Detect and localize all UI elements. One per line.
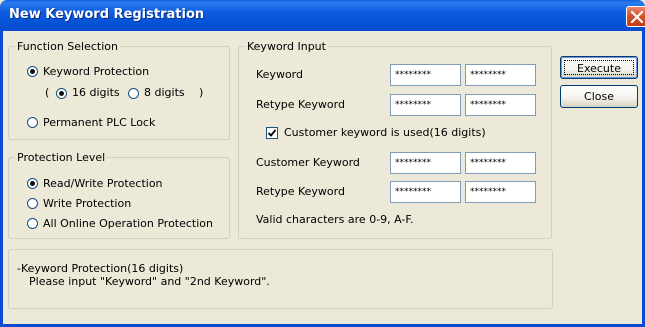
keyword-input-part2[interactable]: ******** bbox=[465, 64, 536, 86]
window-title: New Keyword Registration bbox=[9, 7, 205, 22]
description-line-1: -Keyword Protection(16 digits) bbox=[17, 262, 184, 275]
customer-keyword-checkbox-label: Customer keyword is used(16 digits) bbox=[284, 126, 486, 139]
window-frame-left bbox=[0, 31, 3, 327]
customer-retype-keyword-label: Retype Keyword bbox=[256, 185, 345, 198]
keyword-input-legend: Keyword Input bbox=[247, 40, 326, 53]
customer-retype-keyword-input-part2[interactable]: ******** bbox=[465, 181, 536, 203]
retype-keyword-label: Retype Keyword bbox=[256, 98, 345, 111]
valid-characters-note: Valid characters are 0-9, A-F. bbox=[256, 213, 414, 226]
keyword-protection-label: Keyword Protection bbox=[43, 65, 150, 78]
permanent-plc-lock-radio[interactable] bbox=[27, 117, 38, 128]
retype-keyword-input-part1[interactable]: ******** bbox=[390, 94, 461, 116]
close-window-button[interactable] bbox=[626, 6, 645, 27]
keyword-input-part1[interactable]: ******** bbox=[390, 64, 461, 86]
permanent-plc-lock-label: Permanent PLC Lock bbox=[43, 116, 156, 129]
8-digits-label: 8 digits bbox=[144, 86, 185, 99]
function-selection-legend: Function Selection bbox=[17, 40, 118, 53]
keyword-protection-radio[interactable] bbox=[27, 66, 38, 77]
keyword-label: Keyword bbox=[256, 68, 303, 81]
16-digits-radio[interactable] bbox=[56, 88, 67, 99]
execute-button[interactable]: Execute bbox=[560, 56, 638, 79]
customer-keyword-checkbox[interactable] bbox=[266, 127, 278, 139]
checkmark-icon bbox=[267, 129, 277, 137]
customer-keyword-input-part1[interactable]: ******** bbox=[390, 152, 461, 174]
customer-keyword-input-part2[interactable]: ******** bbox=[465, 152, 536, 174]
customer-keyword-label: Customer Keyword bbox=[256, 156, 360, 169]
retype-keyword-input-part2[interactable]: ******** bbox=[465, 94, 536, 116]
read-write-protection-label: Read/Write Protection bbox=[43, 177, 163, 190]
protection-level-legend: Protection Level bbox=[17, 151, 106, 164]
online-operation-protection-label: All Online Operation Protection bbox=[43, 217, 214, 230]
title-bar[interactable]: New Keyword Registration bbox=[0, 0, 645, 31]
16-digits-label: 16 digits bbox=[72, 86, 120, 99]
customer-retype-keyword-input-part1[interactable]: ******** bbox=[390, 181, 461, 203]
digits-close-paren: ) bbox=[199, 86, 204, 99]
description-line-2: Please input "Keyword" and "2nd Keyword"… bbox=[29, 275, 270, 288]
online-operation-protection-radio[interactable] bbox=[27, 218, 38, 229]
read-write-protection-radio[interactable] bbox=[27, 178, 38, 189]
dialog-window: New Keyword Registration Function Select… bbox=[0, 0, 645, 327]
8-digits-radio[interactable] bbox=[128, 88, 139, 99]
write-protection-radio[interactable] bbox=[27, 198, 38, 209]
execute-button-label: Execute bbox=[564, 60, 634, 75]
write-protection-label: Write Protection bbox=[43, 197, 132, 210]
description-panel: -Keyword Protection(16 digits) Please in… bbox=[8, 249, 553, 309]
close-icon bbox=[631, 11, 643, 23]
close-button[interactable]: Close bbox=[560, 85, 638, 108]
digits-open-paren: ( bbox=[45, 86, 50, 99]
